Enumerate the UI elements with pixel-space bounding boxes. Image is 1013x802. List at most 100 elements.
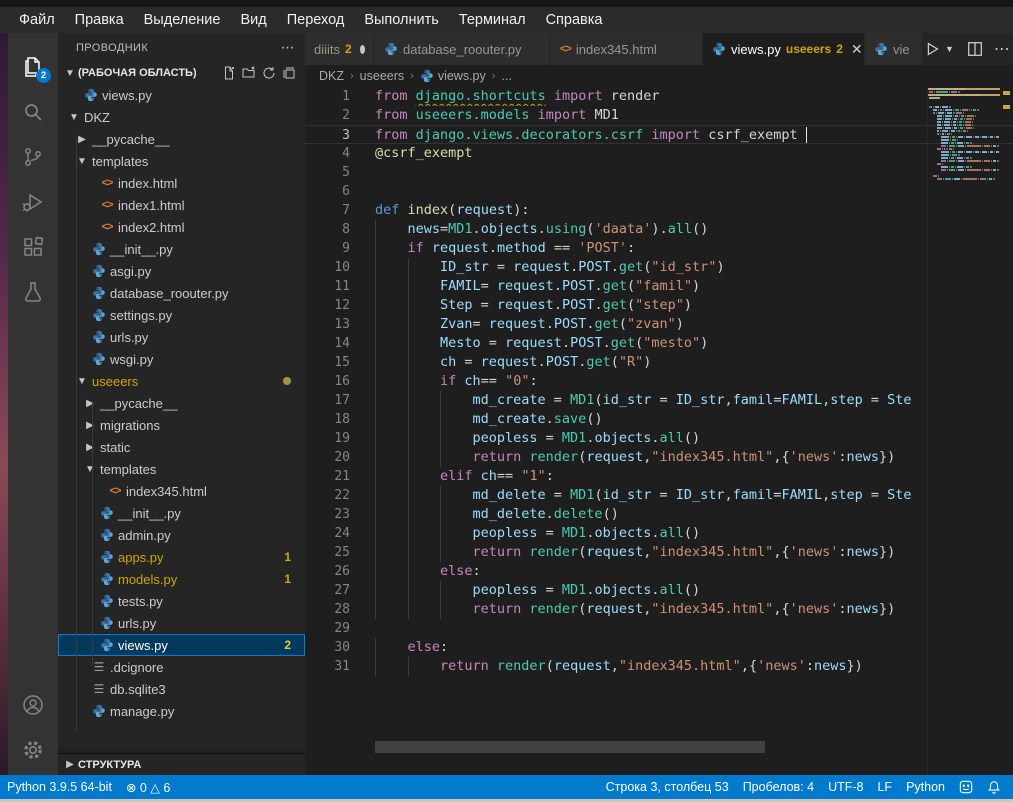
code-token: ) <box>692 278 700 294</box>
tree-file-index_html[interactable]: <>index.html <box>58 172 305 194</box>
code-token: "1" <box>521 468 545 484</box>
code-token: id_str <box>603 392 652 408</box>
minimap-token <box>957 157 963 159</box>
tree-file-settings_py[interactable]: settings.py <box>58 304 305 326</box>
minimap-token <box>970 157 972 159</box>
tree-file-db_sqlite3[interactable]: ☰db.sqlite3 <box>58 678 305 700</box>
tree-file-admin_py[interactable]: admin.py <box>58 524 305 546</box>
extensions-icon[interactable] <box>21 235 45 259</box>
code-token: MD1 <box>586 107 619 123</box>
feedback-smiley-icon[interactable] <box>952 775 980 799</box>
code-token: . <box>554 278 562 294</box>
breadcrumb-item-4[interactable]: ... <box>501 69 511 83</box>
tree-file-apps_py[interactable]: apps.py1 <box>58 546 305 568</box>
workspace-section-header[interactable]: ▼ (РАБОЧАЯ ОБЛАСТЬ) ... <box>58 62 305 84</box>
new-folder-icon[interactable] <box>239 63 259 83</box>
minimap-token <box>961 115 964 117</box>
python-icon <box>98 506 116 520</box>
tab-views.py[interactable]: views.pyuseeers2✕ <box>703 33 865 65</box>
tree-folder-migrations[interactable]: ▶migrations <box>58 414 305 436</box>
tree-item-label: migrations <box>100 418 160 433</box>
minimap-token <box>972 121 973 123</box>
menu-item-2[interactable]: Правка <box>66 10 133 30</box>
tree-file-manage_py[interactable]: manage.py <box>58 700 305 722</box>
tree-file-urls_py[interactable]: urls.py <box>58 612 305 634</box>
tree-file-urls_py[interactable]: urls.py <box>58 326 305 348</box>
tree-file-views_py[interactable]: views.py2 <box>58 634 305 656</box>
menu-item-5[interactable]: Переход <box>278 10 354 30</box>
tree-file-index1_html[interactable]: <>index1.html <box>58 194 305 216</box>
menu-item-1[interactable]: Файл <box>10 10 64 30</box>
tab-database_roouter.py[interactable]: database_roouter.py <box>375 33 551 65</box>
tree-file-asgi_py[interactable]: asgi.py <box>58 260 305 282</box>
tree-folder-useeers[interactable]: ▼useeers <box>58 370 305 392</box>
problems[interactable]: ⊗ 0 △ 6 <box>119 775 177 799</box>
run-debug-icon[interactable] <box>21 190 45 214</box>
breadcrumb[interactable]: DKZ›useeers›views.py›... <box>305 65 1013 87</box>
refresh-icon[interactable] <box>259 63 279 83</box>
code-token: = <box>538 525 562 541</box>
tree-file-wsgi_py[interactable]: wsgi.py <box>58 348 305 370</box>
minimap[interactable] <box>928 88 1000 248</box>
account-icon[interactable] <box>21 693 45 717</box>
tab-index345.html[interactable]: <>index345.html <box>551 33 703 65</box>
tree-folder-templates[interactable]: ▼templates <box>58 150 305 172</box>
tab-diiits[interactable]: diiits2 <box>305 33 375 65</box>
code-token: request <box>586 601 643 617</box>
language-mode[interactable]: Python <box>899 775 952 799</box>
minimap-token <box>929 91 933 93</box>
tree-file-__init___py[interactable]: __init__.py <box>58 502 305 524</box>
run-dropdown-chevron-icon[interactable]: ▼ <box>945 44 954 54</box>
menu-item-6[interactable]: Выполнить <box>355 10 447 30</box>
tree-folder-templates[interactable]: ▼templates <box>58 458 305 480</box>
close-icon[interactable]: ✕ <box>851 41 863 58</box>
minimap-line <box>928 88 1000 90</box>
settings-gear-icon[interactable] <box>21 738 45 762</box>
tree-folder-__pycache__[interactable]: ▶__pycache__ <box>58 392 305 414</box>
tab-vie[interactable]: vie <box>865 33 923 65</box>
explorer-icon[interactable]: 2 <box>21 55 45 79</box>
menu-item-3[interactable]: Выделение <box>135 10 230 30</box>
menu-item-4[interactable]: Вид <box>231 10 275 30</box>
new-file-icon[interactable] <box>219 63 239 83</box>
code-line-text: peopless = MD1.objects.all() <box>375 581 930 600</box>
breadcrumb-item-3[interactable]: views.py <box>438 69 486 83</box>
notifications-bell-icon[interactable] <box>980 775 1013 799</box>
tree-file-_dcignore[interactable]: ☰.dcignore <box>58 656 305 678</box>
source-control-icon[interactable] <box>21 145 45 169</box>
tree-file-views_py[interactable]: views.py <box>58 84 305 106</box>
tree-file-database_roouter_py[interactable]: database_roouter.py <box>58 282 305 304</box>
tree-file-__init___py[interactable]: __init__.py <box>58 238 305 260</box>
minimap-token <box>952 151 955 153</box>
split-editor-icon[interactable] <box>966 40 984 58</box>
tree-folder-DKZ[interactable]: ▼DKZ <box>58 106 305 128</box>
breadcrumb-item-1[interactable]: DKZ <box>319 69 344 83</box>
tree-file-models_py[interactable]: models.py1 <box>58 568 305 590</box>
breadcrumb-item-2[interactable]: useeers <box>360 69 404 83</box>
tree-folder-static[interactable]: ▶static <box>58 436 305 458</box>
run-button[interactable] <box>923 40 941 58</box>
collapse-all-icon[interactable] <box>279 63 299 83</box>
more-actions-icon[interactable]: ⋯ <box>281 39 295 56</box>
search-icon[interactable] <box>21 100 45 124</box>
menu-item-7[interactable]: Терминал <box>450 10 535 30</box>
python-interpreter[interactable]: Python 3.9.5 64-bit <box>0 775 119 799</box>
testing-icon[interactable] <box>21 280 45 304</box>
tree-file-index2_html[interactable]: <>index2.html <box>58 216 305 238</box>
eol[interactable]: LF <box>870 775 899 799</box>
menu-item-8[interactable]: Справка <box>537 10 612 30</box>
horizontal-scrollbar[interactable] <box>375 741 765 753</box>
tree-file-tests_py[interactable]: tests.py <box>58 590 305 612</box>
more-actions-icon[interactable]: ⋯ <box>994 39 1011 59</box>
tree-file-index345_html[interactable]: <>index345.html <box>58 480 305 502</box>
minimap-token <box>966 151 971 153</box>
encoding[interactable]: UTF-8 <box>821 775 870 799</box>
code-token: import <box>538 107 587 123</box>
code-editor[interactable]: 1from django.shortcuts import render2fro… <box>305 87 1013 775</box>
cursor-position[interactable]: Строка 3, столбец 53 <box>599 775 736 799</box>
indentation[interactable]: Пробелов: 4 <box>736 775 821 799</box>
tree-folder-__pycache__[interactable]: ▶__pycache__ <box>58 128 305 150</box>
code-token: = <box>651 392 675 408</box>
code-token: "id_str" <box>651 259 716 275</box>
outline-section-header[interactable]: ▶ СТРУКТУРА <box>58 753 305 775</box>
